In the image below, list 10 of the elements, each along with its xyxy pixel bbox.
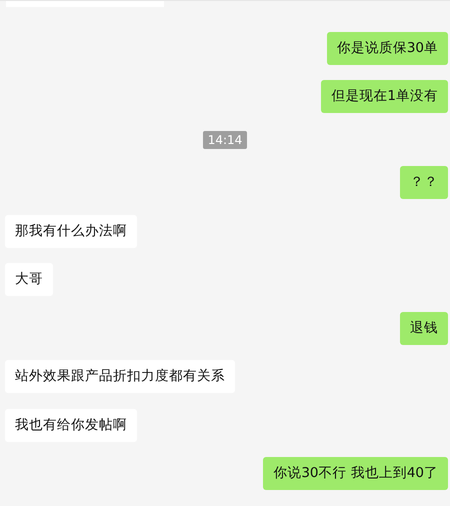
- message-bubble: 站外效果跟产品折扣力度都有关系: [5, 360, 235, 393]
- message-bubble: 但是现在1单没有: [321, 80, 448, 113]
- message-bubble: 我也有给你发帖啊: [5, 408, 137, 442]
- message-bubble: 退钱: [400, 312, 448, 344]
- timestamp: 14:14: [202, 130, 248, 148]
- message-bubble: 大哥: [5, 263, 53, 296]
- message-bubble: ？？: [400, 166, 448, 199]
- message-bubble: 你是说质保30单: [326, 32, 448, 64]
- message-bubble: 那我有什么办法啊: [5, 214, 137, 248]
- message-bubble: 你说30不行 我也上到40了: [263, 457, 448, 490]
